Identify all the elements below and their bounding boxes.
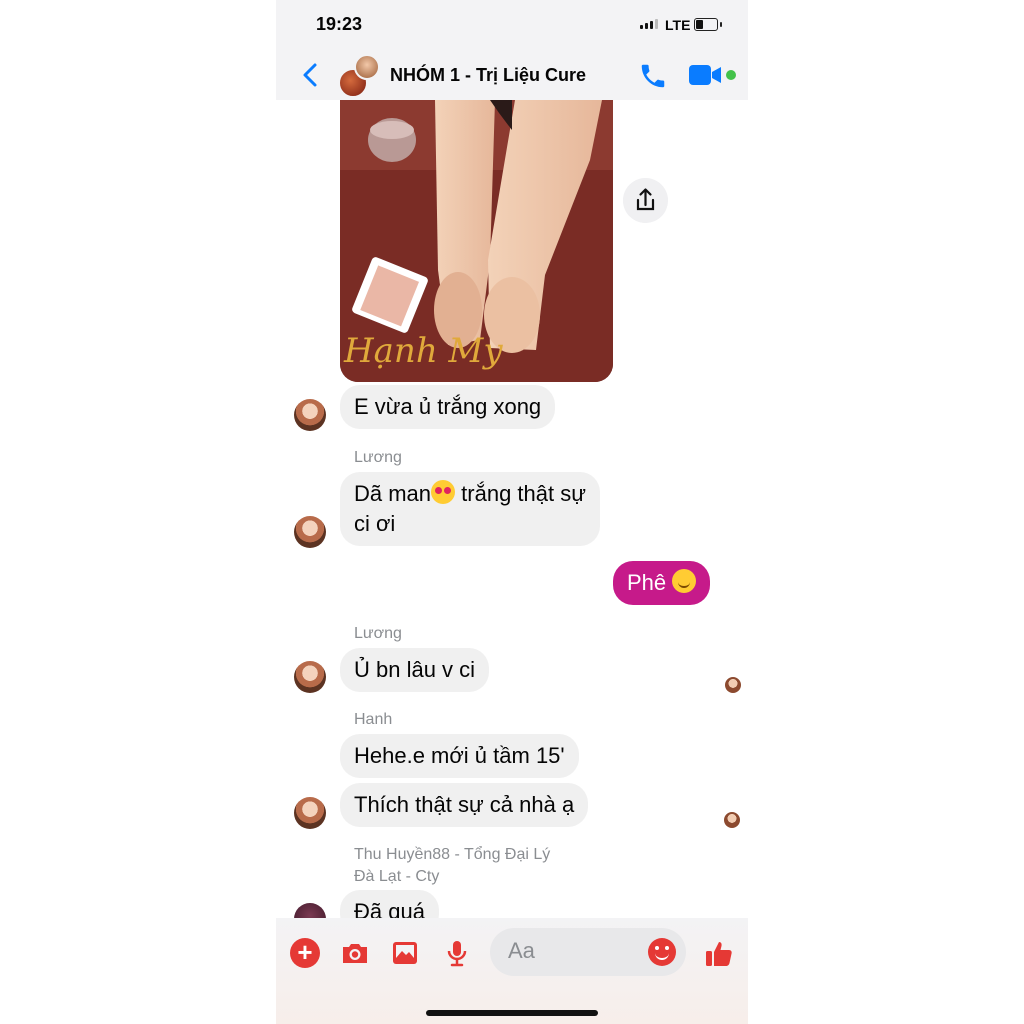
message-bubble[interactable]: Thích thật sự cả nhà ạ bbox=[340, 783, 589, 827]
sender-name: Thu Huyền88 - Tổng Đại Lý bbox=[354, 846, 551, 863]
video-camera-icon[interactable] bbox=[688, 64, 724, 86]
messenger-screen: 19:23 LTE NHÓM 1 - Trị Liệu Cure Hạnh My… bbox=[276, 0, 748, 1024]
heart-eyes-emoji-icon bbox=[431, 480, 456, 504]
thumbs-up-icon[interactable] bbox=[704, 938, 734, 968]
status-bar: 19:23 LTE bbox=[276, 0, 748, 50]
battery-icon bbox=[694, 18, 722, 31]
message-bubble[interactable]: Dã man trắng thật sự ci ơi bbox=[340, 472, 600, 546]
chat-header: NHÓM 1 - Trị Liệu Cure bbox=[276, 50, 748, 100]
message-text: Hehe.e mới ủ tầm 15' bbox=[354, 743, 565, 768]
shared-photo[interactable]: Hạnh My bbox=[340, 100, 613, 382]
message-text: Thích thật sự cả nhà ạ bbox=[354, 792, 575, 817]
avatar[interactable] bbox=[294, 516, 326, 548]
my-message-bubble[interactable]: Phê bbox=[613, 561, 711, 605]
message-input-placeholder: Aa bbox=[508, 938, 535, 963]
photo-watermark: Hạnh My bbox=[343, 331, 503, 371]
seen-avatar bbox=[725, 677, 741, 693]
group-avatar-secondary bbox=[354, 54, 380, 80]
share-icon[interactable] bbox=[623, 178, 668, 223]
plus-icon[interactable]: + bbox=[290, 938, 320, 968]
photo-content: Hạnh My bbox=[340, 100, 613, 382]
phone-icon[interactable] bbox=[638, 61, 668, 91]
gallery-icon[interactable] bbox=[390, 938, 420, 968]
sender-name: Hanh bbox=[354, 711, 393, 728]
message-composer: + Aa bbox=[276, 918, 748, 1024]
right-edge-fade bbox=[748, 0, 808, 1024]
avatar[interactable] bbox=[294, 661, 326, 693]
sender-name: Lương bbox=[354, 449, 402, 466]
chevron-left-icon[interactable] bbox=[296, 60, 326, 90]
message-text: E vừa ủ trắng xong bbox=[354, 394, 542, 419]
message-text: Dã man bbox=[354, 481, 432, 506]
left-edge-fade bbox=[216, 0, 276, 1024]
avatar[interactable] bbox=[294, 399, 326, 431]
message-bubble[interactable]: Ủ bn lâu v ci bbox=[340, 648, 490, 692]
emoji-icon[interactable] bbox=[648, 938, 676, 966]
message-bubble[interactable]: Hehe.e mới ủ tầm 15' bbox=[340, 734, 579, 778]
camera-icon[interactable] bbox=[340, 938, 370, 968]
message-text: ci ơi bbox=[354, 511, 396, 536]
signal-icon bbox=[640, 19, 658, 29]
network-label: LTE bbox=[665, 17, 691, 33]
status-time: 19:23 bbox=[316, 14, 363, 34]
avatar[interactable] bbox=[294, 797, 326, 829]
message-input[interactable]: Aa bbox=[490, 928, 686, 976]
seen-avatar bbox=[724, 812, 740, 828]
sender-name: Lương bbox=[354, 625, 402, 642]
sender-name-line2: Đà Lạt - Cty bbox=[354, 868, 440, 885]
message-text: Ủ bn lâu v ci bbox=[354, 657, 476, 682]
online-dot bbox=[726, 70, 736, 80]
home-indicator bbox=[426, 1010, 598, 1016]
chat-title[interactable]: NHÓM 1 - Trị Liệu Cure bbox=[390, 65, 586, 86]
message-bubble[interactable]: E vừa ủ trắng xong bbox=[340, 385, 556, 429]
message-text: Phê bbox=[627, 570, 667, 595]
microphone-icon[interactable] bbox=[442, 938, 472, 968]
message-text: trắng thật sự bbox=[455, 481, 586, 506]
smiling-face-emoji-icon bbox=[672, 569, 697, 593]
